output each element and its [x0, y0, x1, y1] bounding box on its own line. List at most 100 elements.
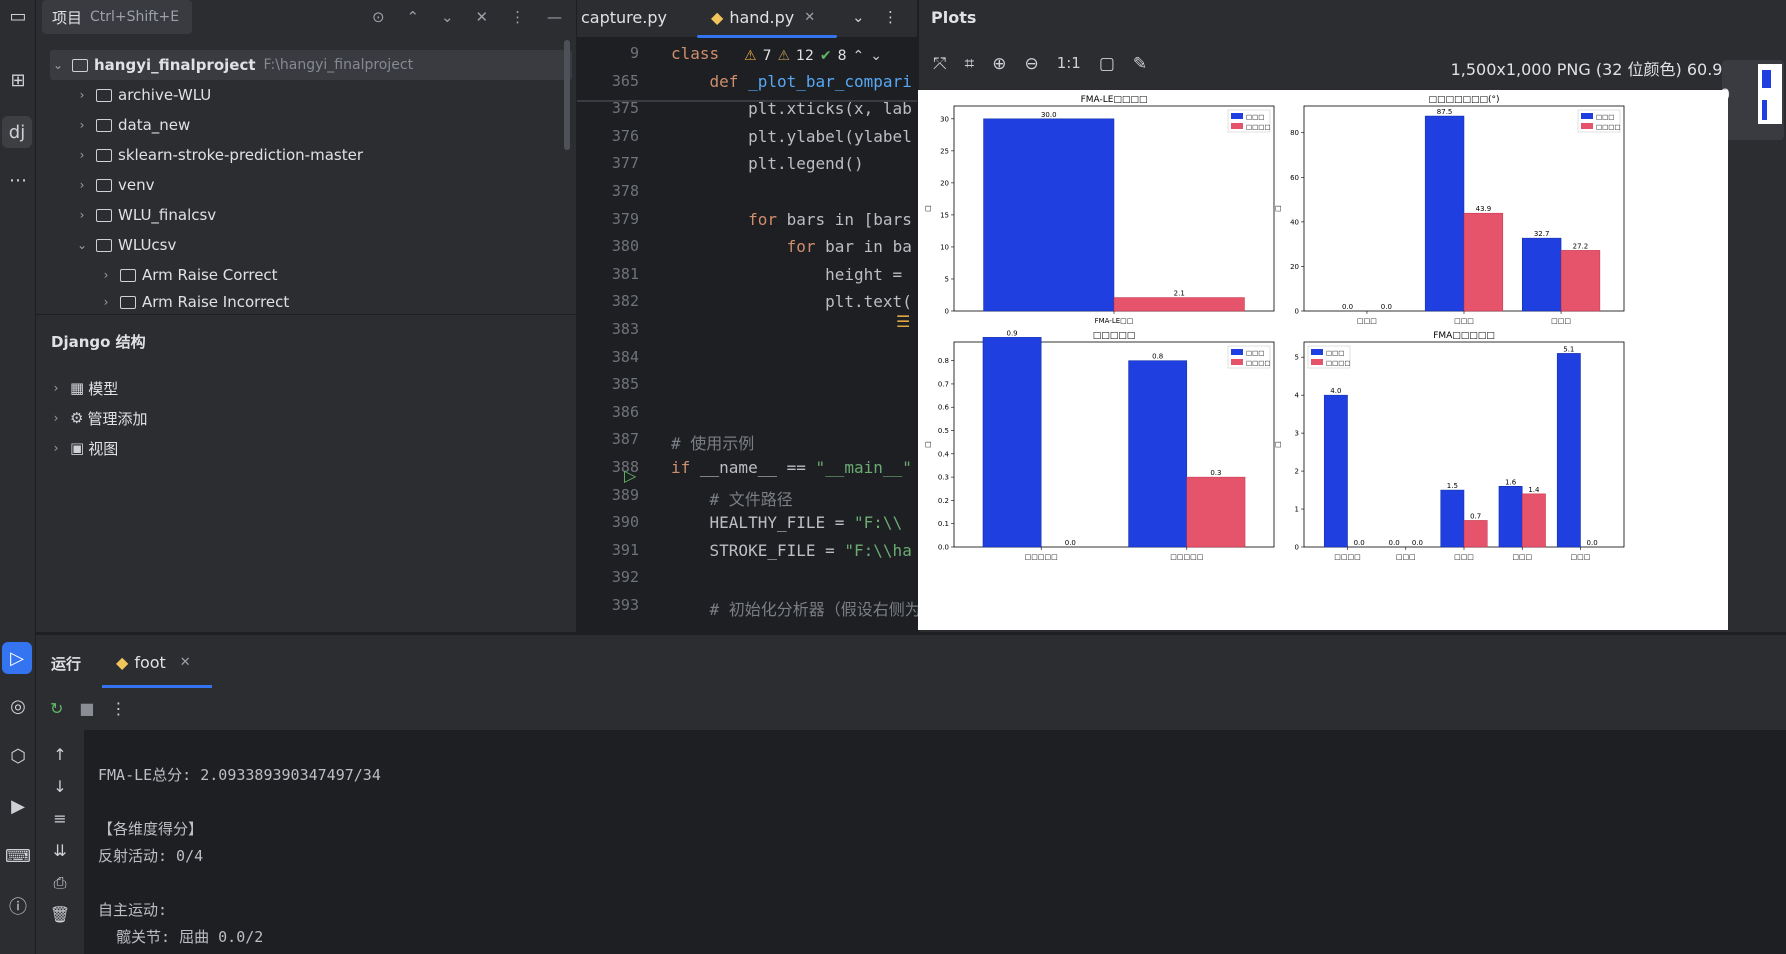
- packages-icon[interactable]: ⬡: [0, 740, 36, 772]
- more-icon[interactable]: ⋯: [0, 164, 36, 196]
- code-line: plt.text(: [671, 292, 912, 312]
- tree-item-label: archive-WLU: [118, 86, 212, 104]
- run-gutter-icon[interactable]: ▷: [624, 466, 636, 485]
- thumbnail[interactable]: [1758, 64, 1782, 124]
- expand-all-icon[interactable]: ⌃: [407, 8, 420, 26]
- stop-icon[interactable]: ■: [79, 699, 94, 718]
- bar-value-label: 43.9: [1476, 205, 1492, 213]
- check-icon: ✔: [819, 48, 832, 64]
- chevron-right-icon[interactable]: ›: [48, 441, 64, 455]
- actual-size-button[interactable]: 1:1: [1057, 54, 1081, 74]
- thumbnail-strip[interactable]: 0: [1720, 60, 1784, 140]
- y-axis-label: □: [1274, 441, 1282, 448]
- django-item[interactable]: › ⚙ 管理添加: [48, 403, 578, 433]
- scroll-down-icon[interactable]: ↓: [48, 777, 72, 796]
- zoom-in-icon[interactable]: ⊕: [992, 54, 1006, 74]
- chevron-right-icon[interactable]: ›: [98, 268, 114, 282]
- close-tree-icon[interactable]: ✕: [476, 8, 489, 26]
- left-toolbar: ▭ ⊞ dj ⋯ ▷ ◎ ⬡ ▶ ⌨ ⓘ: [0, 0, 36, 954]
- chevron-right-icon[interactable]: ›: [74, 178, 90, 192]
- chevron-right-icon[interactable]: ›: [74, 148, 90, 162]
- bar: [1498, 486, 1523, 548]
- tabs-dropdown-icon[interactable]: ⌄: [852, 8, 865, 26]
- line-number: 391: [611, 540, 639, 559]
- console-output[interactable]: FMA-LE总分: 2.093389390347497/34 【各维度得分】 反…: [84, 730, 1786, 954]
- tree-item[interactable]: › venv: [74, 170, 604, 200]
- legend-swatch: [1581, 123, 1593, 129]
- bar-value-label: 0.0: [1412, 539, 1423, 547]
- django-item[interactable]: › ▦ 模型: [48, 373, 578, 403]
- python-console-icon[interactable]: ◎: [0, 690, 36, 722]
- run-icon[interactable]: ▷: [2, 642, 32, 674]
- tree-item[interactable]: ⌄ WLUcsv: [74, 230, 604, 260]
- y-tick-label: 60: [1290, 174, 1299, 182]
- y-tick-label: 0.4: [938, 450, 950, 458]
- scroll-to-end-icon[interactable]: ⇊: [48, 841, 72, 860]
- background-icon[interactable]: ▢: [1099, 54, 1115, 74]
- close-icon[interactable]: ✕: [180, 655, 191, 670]
- project-toolbar: ⊙ ⌃ ⌄ ✕ ⋮ —: [372, 8, 572, 26]
- y-tick-label: 25: [940, 147, 949, 155]
- chevron-down-icon[interactable]: ⌄: [50, 58, 66, 72]
- more-icon[interactable]: ⋮: [111, 699, 127, 718]
- chevron-right-icon[interactable]: ›: [74, 208, 90, 222]
- rerun-icon[interactable]: ↻: [50, 699, 63, 718]
- legend-swatch: [1231, 123, 1243, 129]
- color-picker-icon[interactable]: ✎: [1133, 54, 1147, 74]
- chevron-right-icon[interactable]: ›: [48, 381, 64, 395]
- django-icon[interactable]: dj: [2, 116, 32, 148]
- tree-item[interactable]: › Arm Raise Correct: [98, 260, 628, 290]
- run-tab-foot[interactable]: ◆ foot ✕: [116, 653, 191, 672]
- tree-item[interactable]: › sklearn-stroke-prediction-master: [74, 140, 604, 170]
- print-icon[interactable]: ⎙: [48, 873, 72, 893]
- bar: [1556, 353, 1581, 548]
- y-axis-label: □: [924, 441, 932, 448]
- trash-icon[interactable]: 🗑: [48, 905, 72, 924]
- tree-root[interactable]: ⌄ hangyi_finalproject F:\hangyi_finalpro…: [50, 50, 580, 80]
- inspection-widget[interactable]: ⚠ 7 ⚠ 12 ✔ 8 ⌃ ⌄: [740, 46, 886, 66]
- folder-icon: [72, 58, 88, 72]
- locate-icon[interactable]: ⊙: [372, 8, 385, 26]
- crop-icon[interactable]: ⌗: [965, 54, 975, 74]
- tabs-more-icon[interactable]: ⋮: [883, 8, 898, 26]
- chevron-down-icon[interactable]: ⌄: [74, 238, 90, 252]
- project-header[interactable]: 项目 Ctrl+Shift+E: [42, 0, 192, 34]
- chevron-down-icon[interactable]: ⌄: [870, 48, 882, 64]
- collapse-all-icon[interactable]: ⌄: [441, 8, 454, 26]
- chevron-right-icon[interactable]: ›: [48, 411, 64, 425]
- scroll-up-icon[interactable]: ↑: [48, 745, 72, 764]
- django-item[interactable]: › ▣ 视图: [48, 433, 578, 463]
- folder-icon: [96, 208, 112, 222]
- y-tick-label: 0.7: [938, 380, 949, 388]
- tree-item[interactable]: › archive-WLU: [74, 80, 604, 110]
- y-tick-label: 40: [1290, 218, 1299, 226]
- bar-value-label: 0.0: [1587, 539, 1598, 547]
- chevron-right-icon[interactable]: ›: [74, 88, 90, 102]
- chevron-up-icon[interactable]: ⌃: [853, 48, 865, 64]
- line-number: 393: [611, 596, 639, 614]
- code-editor[interactable]: 9 class 365 def _plot_bar_compari 375 plt.x…: [577, 40, 921, 632]
- chevron-right-icon[interactable]: ›: [74, 118, 90, 132]
- tree-item[interactable]: › WLU_finalcsv: [74, 200, 604, 230]
- chevron-right-icon[interactable]: ›: [98, 295, 114, 309]
- services-icon[interactable]: ▶: [0, 790, 36, 822]
- hide-icon[interactable]: —: [547, 8, 562, 26]
- intention-icon[interactable]: ☰: [896, 312, 910, 331]
- options-icon[interactable]: ⋮: [510, 8, 525, 26]
- soft-wrap-icon[interactable]: ≡: [48, 809, 72, 828]
- legend-swatch: [1231, 349, 1243, 355]
- active-run-tab-indicator: [102, 685, 212, 688]
- scrollbar[interactable]: [564, 40, 570, 150]
- tab-hand[interactable]: ◆ hand.py ✕: [711, 8, 815, 27]
- terminal-icon[interactable]: ⌨: [0, 840, 36, 872]
- structure-icon[interactable]: ⊞: [0, 64, 36, 96]
- project-folder-icon[interactable]: ▭: [0, 0, 36, 32]
- zoom-out-icon[interactable]: ⊖: [1024, 54, 1038, 74]
- tree-item[interactable]: › Arm Raise Incorrect: [98, 290, 628, 314]
- tree-item[interactable]: › data_new: [74, 110, 604, 140]
- close-icon[interactable]: ✕: [804, 10, 815, 25]
- folder-icon: [96, 238, 112, 252]
- tab-capture[interactable]: capture.py: [581, 8, 667, 27]
- fit-icon[interactable]: ⤧: [933, 54, 947, 74]
- problems-icon[interactable]: ⓘ: [0, 890, 36, 922]
